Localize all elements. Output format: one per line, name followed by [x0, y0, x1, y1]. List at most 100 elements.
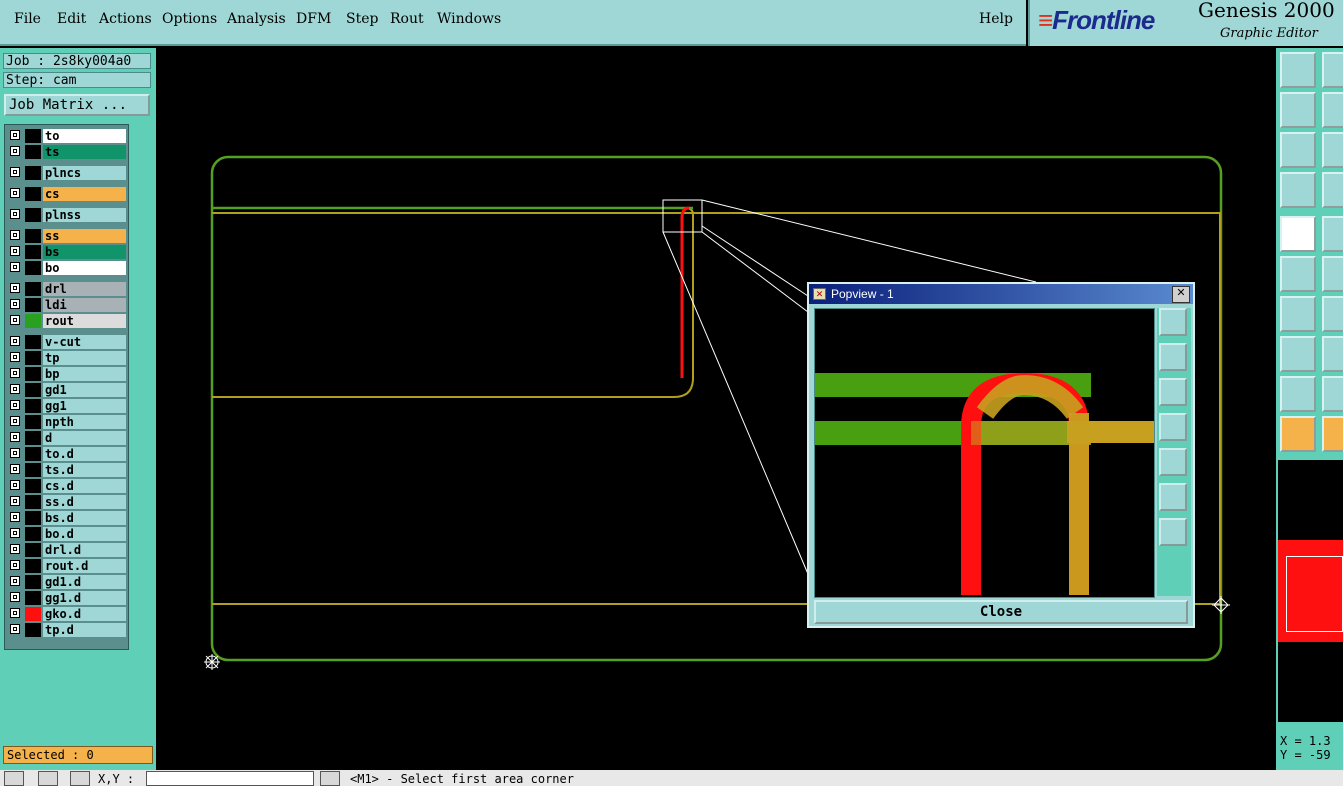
layer-checkbox[interactable]	[10, 528, 20, 538]
popview-zoom-view[interactable]	[814, 308, 1155, 598]
stop-icon[interactable]	[4, 771, 24, 786]
layer-color-swatch[interactable]	[25, 229, 41, 243]
layer-checkbox[interactable]	[10, 230, 20, 240]
keyboard-icon[interactable]	[320, 771, 340, 786]
pointer-icon[interactable]	[1280, 416, 1316, 452]
layer-color-swatch[interactable]	[25, 591, 41, 605]
snap-icon[interactable]	[1322, 172, 1343, 208]
layer-name[interactable]: v-cut	[43, 335, 126, 349]
layer-name[interactable]: gko.d	[43, 607, 126, 621]
menu-edit[interactable]: Edit	[57, 11, 86, 27]
layer-name[interactable]: to	[43, 129, 126, 143]
pan-up-icon[interactable]	[1280, 52, 1316, 88]
layer-name[interactable]: bo.d	[43, 527, 126, 541]
zoom-fit-icon[interactable]	[1159, 518, 1187, 546]
cross-icon[interactable]	[1322, 256, 1343, 292]
select-feature-icon[interactable]	[1280, 216, 1316, 252]
layer-color-swatch[interactable]	[25, 351, 41, 365]
pan-right-icon[interactable]	[1322, 92, 1343, 128]
layer-name[interactable]: d	[43, 431, 126, 445]
layer-name[interactable]: bo	[43, 261, 126, 275]
menu-file[interactable]: File	[14, 11, 41, 27]
layer-color-swatch[interactable]	[25, 527, 41, 541]
mini-view[interactable]	[1278, 460, 1343, 722]
layer-name[interactable]: gg1.d	[43, 591, 126, 605]
layer-checkbox[interactable]	[10, 315, 20, 325]
menu-help[interactable]: Help	[979, 11, 1013, 27]
layer-checkbox[interactable]	[10, 432, 20, 442]
layer-name[interactable]: ss	[43, 229, 126, 243]
layer-color-swatch[interactable]	[25, 543, 41, 557]
layer-row[interactable]: gd1.d	[7, 575, 126, 589]
layer-color-swatch[interactable]	[25, 298, 41, 312]
layer-name[interactable]: plncs	[43, 166, 126, 180]
layer-color-swatch[interactable]	[25, 495, 41, 509]
layer-checkbox[interactable]	[10, 400, 20, 410]
layer-color-swatch[interactable]	[25, 447, 41, 461]
layer-checkbox[interactable]	[10, 368, 20, 378]
menu-windows[interactable]: Windows	[437, 11, 501, 27]
layer-row[interactable]: ts	[7, 145, 126, 159]
add-feature-icon[interactable]	[1322, 216, 1343, 252]
layer-row[interactable]: d	[7, 431, 126, 445]
layer-name[interactable]: ts.d	[43, 463, 126, 477]
layer-color-swatch[interactable]	[25, 607, 41, 621]
layer-checkbox[interactable]	[10, 336, 20, 346]
layer-color-swatch[interactable]	[25, 383, 41, 397]
layer-color-swatch[interactable]	[25, 335, 41, 349]
layer-row[interactable]: drl.d	[7, 543, 126, 557]
layer-row[interactable]: drl	[7, 282, 126, 296]
layer-row[interactable]: bp	[7, 367, 126, 381]
layer-name[interactable]: npth	[43, 415, 126, 429]
layer-name[interactable]: drl.d	[43, 543, 126, 557]
layer-checkbox[interactable]	[10, 544, 20, 554]
zoom-home-icon[interactable]	[1280, 132, 1316, 168]
layer-name[interactable]: gd1.d	[43, 575, 126, 589]
layer-name[interactable]: rout.d	[43, 559, 126, 573]
layer-checkbox[interactable]	[10, 624, 20, 634]
layer-color-swatch[interactable]	[25, 166, 41, 180]
layer-name[interactable]: gd1	[43, 383, 126, 397]
layer-checkbox[interactable]	[10, 512, 20, 522]
pad-icon[interactable]	[1280, 336, 1316, 372]
layer-color-swatch[interactable]	[25, 559, 41, 573]
layer-row[interactable]: bs	[7, 245, 126, 259]
layer-checkbox[interactable]	[10, 130, 20, 140]
select-pointer-icon[interactable]	[1322, 416, 1343, 452]
layer-checkbox[interactable]	[10, 464, 20, 474]
pan-down-icon[interactable]	[1159, 378, 1187, 406]
layer-name[interactable]: cs	[43, 187, 126, 201]
close-icon[interactable]: ✕	[1172, 286, 1190, 303]
layer-checkbox[interactable]	[10, 608, 20, 618]
layer-checkbox[interactable]	[10, 262, 20, 272]
layer-name[interactable]: bs	[43, 245, 126, 259]
layer-checkbox[interactable]	[10, 592, 20, 602]
pan-up-icon[interactable]	[1159, 343, 1187, 371]
connect-icon[interactable]	[1280, 256, 1316, 292]
layer-color-swatch[interactable]	[25, 245, 41, 259]
pan-down-icon[interactable]	[1322, 52, 1343, 88]
layer-color-swatch[interactable]	[25, 129, 41, 143]
menu-rout[interactable]: Rout	[390, 11, 424, 27]
layer-row[interactable]: bo.d	[7, 527, 126, 541]
measure-icon[interactable]	[1280, 172, 1316, 208]
layer-color-swatch[interactable]	[25, 261, 41, 275]
menu-actions[interactable]: Actions	[99, 11, 152, 27]
line-icon[interactable]	[1280, 296, 1316, 332]
layer-row[interactable]: gko.d	[7, 607, 126, 621]
layer-row[interactable]: tp	[7, 351, 126, 365]
layer-row[interactable]: rout.d	[7, 559, 126, 573]
popview-close-button[interactable]: Close	[814, 600, 1188, 624]
line-diagonal-icon[interactable]	[1322, 296, 1343, 332]
layer-name[interactable]: ts	[43, 145, 126, 159]
layer-row[interactable]: to.d	[7, 447, 126, 461]
layer-row[interactable]: ss.d	[7, 495, 126, 509]
popview-titlebar[interactable]: ✕ Popview - 1	[809, 284, 1193, 304]
polygon-icon[interactable]	[1322, 376, 1343, 412]
layer-row[interactable]: v-cut	[7, 335, 126, 349]
layer-color-swatch[interactable]	[25, 415, 41, 429]
zoom-fit-icon[interactable]	[1322, 132, 1343, 168]
layer-checkbox[interactable]	[10, 283, 20, 293]
layer-checkbox[interactable]	[10, 416, 20, 426]
menu-options[interactable]: Options	[162, 11, 217, 27]
